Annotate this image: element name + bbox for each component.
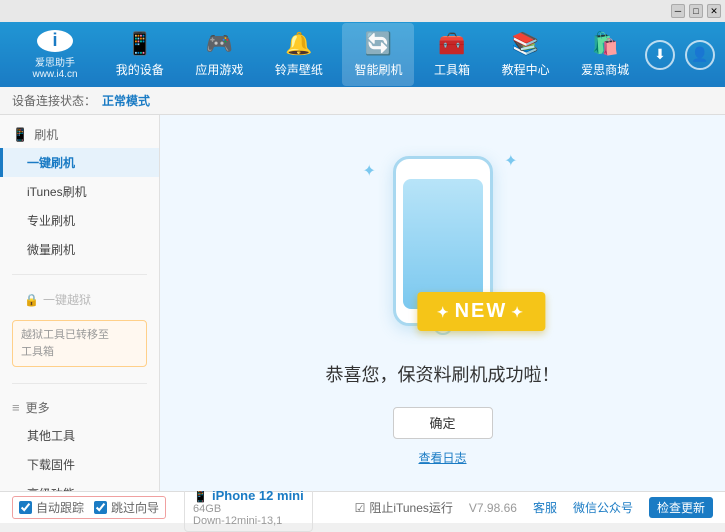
sidebar-section-header-flash: 📱 刷机 [0,121,159,148]
checkbox-group: 自动跟踪 跳过向导 [12,496,166,519]
nav-item-store[interactable]: 🛍️ 爱思商城 [569,23,641,86]
more-section-icon: ≡ [12,400,20,415]
auto-follow-input[interactable] [19,501,32,514]
device-storage: 64GB [193,503,304,515]
sidebar-item-itunes-flash[interactable]: iTunes刷机 [0,177,159,206]
nav-label-my-device: 我的设备 [116,61,164,78]
nav-bar: 📱 我的设备 🎮 应用游戏 🔔 铃声壁纸 🔄 智能刷机 🧰 工具箱 📚 教程中心… [100,22,645,87]
status-value: 正常模式 [102,92,150,109]
nav-icon-toolbox: 🧰 [438,31,465,57]
sidebar-item-download-firmware[interactable]: 下载固件 [0,450,159,479]
itunes-status[interactable]: ☑ 阻止iTunes运行 [355,499,453,516]
nav-item-toolbox[interactable]: 🧰 工具箱 [422,23,482,86]
logo[interactable]: i 爱思助手 www.i4.cn [10,30,100,80]
sidebar-section-header-jailbreak: 🔒 一键越狱 [0,285,159,314]
sidebar-label-one-key-flash: 一键刷机 [27,156,75,170]
nav-label-tutorial: 教程中心 [502,61,550,78]
sidebar-section-jailbreak: 🔒 一键越狱 越狱工具已转移至工具箱 [0,279,159,379]
flash-section-label: 刷机 [34,126,58,143]
nav-icon-store: 🛍️ [591,31,618,57]
sidebar-label-other-tools: 其他工具 [27,429,75,443]
version-label: V7.98.66 [469,501,517,515]
status-label: 设备连接状态： [12,92,96,109]
nav-icon-my-device: 📱 [126,31,153,57]
new-ribbon: NEW [417,292,545,331]
nav-label-store: 爱思商城 [581,61,629,78]
sparkle-icon-tr: ✦ [504,151,517,171]
sidebar-divider-1 [12,274,147,275]
footer-right: ☑ 阻止iTunes运行 V7.98.66 客服 微信公众号 检查更新 [355,497,713,518]
main-content: ✦ ✦ ✦ NEW 恭喜您，保资料刷机成功啦！ 确定 查看日志 [160,115,725,491]
jailbreak-section-label: 一键越狱 [43,291,91,308]
nav-item-smart-flash[interactable]: 🔄 智能刷机 [342,23,414,86]
nav-label-smart-flash: 智能刷机 [354,61,402,78]
customer-service-link[interactable]: 客服 [533,499,557,516]
sidebar-section-flash: 📱 刷机 一键刷机 iTunes刷机 专业刷机 微量刷机 [0,115,159,270]
sidebar-label-pro-flash: 专业刷机 [27,214,75,228]
logo-icon: i [37,30,73,52]
lock-icon: 🔒 [24,293,39,307]
auto-follow-label: 自动跟踪 [36,499,84,516]
auto-follow-checkbox[interactable]: 自动跟踪 [19,499,84,516]
nav-right: ⬇ 👤 [645,40,715,70]
nav-item-apps-games[interactable]: 🎮 应用游戏 [183,23,255,86]
nav-label-apps-games: 应用游戏 [195,61,243,78]
calendar-link[interactable]: 查看日志 [418,449,466,466]
close-btn[interactable]: ✕ [707,4,721,18]
title-bar: ─ □ ✕ [0,0,725,22]
nav-icon-ringtone: 🔔 [285,31,312,57]
sidebar-item-one-key-flash[interactable]: 一键刷机 [0,148,159,177]
sidebar-notice-text: 越狱工具已转移至工具箱 [21,329,109,358]
maximize-btn[interactable]: □ [689,4,703,18]
download-btn[interactable]: ⬇ [645,40,675,70]
confirm-button[interactable]: 确定 [393,407,493,439]
skip-wizard-checkbox[interactable]: 跳过向导 [94,499,159,516]
device-model: Down-12mini-13,1 [193,515,304,527]
nav-icon-smart-flash: 🔄 [365,31,392,57]
flash-section-icon: 📱 [12,127,28,143]
nav-item-ringtone[interactable]: 🔔 铃声壁纸 [263,23,335,86]
itunes-status-label: 阻止iTunes运行 [369,499,453,516]
skip-wizard-input[interactable] [94,501,107,514]
main-layout: 📱 刷机 一键刷机 iTunes刷机 专业刷机 微量刷机 🔒 一键越狱 [0,115,725,491]
logo-brand: 爱思助手 [35,54,75,69]
sidebar-item-pro-flash[interactable]: 专业刷机 [0,206,159,235]
sparkle-icon-tl: ✦ [363,161,376,181]
sidebar-label-micro-flash: 微量刷机 [27,243,75,257]
nav-label-toolbox: 工具箱 [434,61,470,78]
phone-illustration: ✦ ✦ ✦ NEW [353,141,533,341]
sidebar-item-micro-flash[interactable]: 微量刷机 [0,235,159,264]
success-message: 恭喜您，保资料刷机成功啦！ [326,361,560,387]
sidebar-label-itunes-flash: iTunes刷机 [27,185,87,199]
check-update-btn[interactable]: 检查更新 [649,497,713,518]
user-btn[interactable]: 👤 [685,40,715,70]
nav-item-tutorial[interactable]: 📚 教程中心 [490,23,562,86]
more-section-label: 更多 [26,399,50,416]
sidebar-divider-2 [12,383,147,384]
sidebar-label-download-firmware: 下载固件 [27,458,75,472]
sidebar-section-header-more: ≡ 更多 [0,394,159,421]
sidebar-section-more: ≡ 更多 其他工具 下载固件 高级功能 [0,388,159,491]
footer: 自动跟踪 跳过向导 📱 iPhone 12 mini 64GB Down-12m… [0,491,725,523]
nav-item-my-device[interactable]: 📱 我的设备 [104,23,176,86]
nav-icon-tutorial: 📚 [512,31,539,57]
header: i 爱思助手 www.i4.cn 📱 我的设备 🎮 应用游戏 🔔 铃声壁纸 🔄 … [0,22,725,87]
phone-screen [403,179,483,309]
minimize-btn[interactable]: ─ [671,4,685,18]
itunes-checkbox-icon: ☑ [355,501,366,515]
sidebar-jailbreak-notice: 越狱工具已转移至工具箱 [12,320,147,367]
wechat-link[interactable]: 微信公众号 [573,499,633,516]
skip-wizard-label: 跳过向导 [111,499,159,516]
status-bar: 设备连接状态： 正常模式 [0,87,725,115]
sidebar-item-other-tools[interactable]: 其他工具 [0,421,159,450]
nav-label-ringtone: 铃声壁纸 [275,61,323,78]
logo-url: www.i4.cn [32,69,77,80]
nav-icon-apps-games: 🎮 [206,31,233,57]
sidebar: 📱 刷机 一键刷机 iTunes刷机 专业刷机 微量刷机 🔒 一键越狱 [0,115,160,491]
